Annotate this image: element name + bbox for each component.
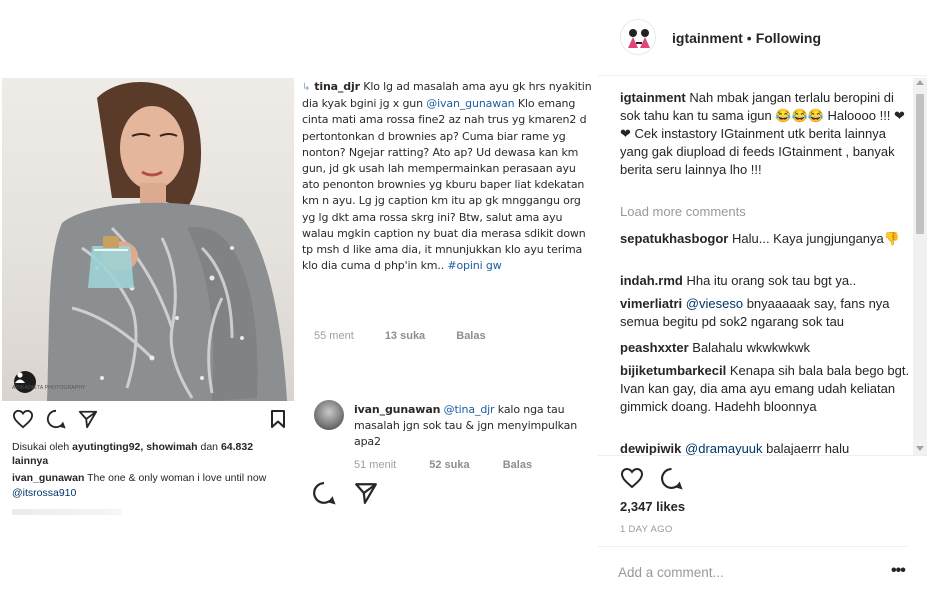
list-item: peashxxter Balahalu wkwkwkwk [620,339,910,357]
post-actions: 2,347 likes 1 DAY AGO [598,455,927,545]
comment-username[interactable]: vimerliatri [620,296,682,311]
caption-username[interactable]: ivan_gunawan [12,472,84,484]
left-caption: ivan_gunawan The one & only woman i love… [12,471,290,501]
comment-text: Hha itu orang sok tau bgt ya.. [686,273,857,288]
add-comment-bar: ••• [598,546,908,596]
screenshot-comment-thread: ↳ tina_djr Klo lg ad masalah ama ayu gk h… [296,73,594,518]
comment-username[interactable]: peashxxter [620,340,689,355]
thread-comment-1-text-b: Klo emang cinta mati ama rossa fine2 az … [302,97,587,273]
scroll-down-arrow-icon[interactable] [916,446,924,451]
load-more-comments-button[interactable]: Load more comments [620,204,746,219]
caption-text: The one & only woman i love until now [87,472,267,484]
list-item: vimerliatri @vieseso bnyaaaaak say, fans… [620,295,910,331]
comment-icon[interactable] [660,467,683,490]
thread-comment-1-mention[interactable]: @ivan_gunawan [426,97,514,110]
comment-text: balajaerrr halu [766,441,850,455]
list-item: sepatukhasbogor Halu... Kaya jungjungany… [620,230,910,248]
heart-icon[interactable] [12,409,34,429]
comment-username[interactable]: bijiketumbarkecil [620,363,726,378]
share-icon[interactable] [354,481,378,505]
comment-input[interactable] [618,561,868,583]
screenshot-left: ADIKADIETA PHOTOGRAPHY Disukai oleh ayut… [0,78,296,518]
thread-comment-2-mention[interactable]: @tina_djr [444,403,495,416]
thread-comment-1: ↳ tina_djr Klo lg ad masalah ama ayu gk h… [302,79,592,274]
avatar[interactable] [620,19,656,55]
thread-comment-2-meta: 51 menit 52 suka Balas [354,459,562,471]
scrollbar-thumb[interactable] [916,94,924,234]
bookmark-icon[interactable] [270,409,286,429]
header-username[interactable]: igtainment [672,30,743,46]
comment-text: Balahalu wkwkwkwk [692,340,811,355]
share-icon[interactable] [78,409,98,429]
left-actions [12,409,288,433]
comment-username[interactable]: dewipiwik [620,441,681,455]
following-button[interactable]: Following [756,30,821,46]
post-timestamp[interactable]: 1 DAY AGO [620,524,673,535]
likes-count: 64.832 [220,441,254,453]
reply-arrow-icon: ↳ [302,82,311,93]
list-item: bijiketumbarkecil Kenapa sih bala bala b… [620,362,910,416]
thread-comment-1-likes[interactable]: 13 suka [385,330,425,342]
heart-icon[interactable] [620,467,644,489]
header-text: igtainment • Following [672,29,821,47]
post-photo: ADIKADIETA PHOTOGRAPHY [2,78,294,401]
thread-comment-2-reply[interactable]: Balas [503,459,532,471]
photo-illustration [47,81,287,401]
thread-comment-2: ivan_gunawan @tina_djr kalo nga tau masa… [354,402,592,451]
photo-watermark: ADIKADIETA PHOTOGRAPHY [12,385,86,391]
thread-comment-1-meta: 55 ment 13 suka Balas [314,330,514,342]
caption-comment: igtainment Nah mbak jangan terlalu berop… [620,89,910,179]
likes-joiner: dan [200,441,219,453]
more-options-icon[interactable]: ••• [891,563,906,579]
comments-list[interactable]: igtainment Nah mbak jangan terlalu berop… [598,77,927,455]
thread-comment-1-user[interactable]: tina_djr [314,80,360,93]
comment-username[interactable]: sepatukhasbogor [620,231,728,246]
thread-comment-1-hashtag[interactable]: #opini gw [447,259,501,272]
thread-comment-2-time: 51 menit [354,459,397,471]
likes-prefix: Disukai oleh [12,441,70,453]
comment-icon[interactable] [46,409,66,429]
account-logo-icon [621,20,655,54]
list-item: indah.rmd Hha itu orang sok tau bgt ya.. [620,272,910,290]
comment-icon[interactable] [312,481,336,505]
comment-text: Halu... Kaya jungjunganya👎 [731,231,900,246]
thread-comment-2-likes[interactable]: 52 suka [429,459,469,471]
thread-comment-2-user[interactable]: ivan_gunawan [354,403,440,416]
comments-scrollbar[interactable] [913,78,927,455]
comment-username[interactable]: igtainment [620,90,686,105]
avatar[interactable] [314,400,344,430]
post-side-panel: igtainment • Following igtainment Nah mbak… [598,0,927,596]
header-separator: • [746,30,752,46]
scroll-up-arrow-icon[interactable] [916,80,924,85]
liked-by[interactable]: ayutingting92, showimah [72,441,197,453]
comment-mention[interactable]: @vieseso [686,296,743,311]
post-media[interactable]: ADIKADIETA PHOTOGRAPHY Disukai oleh ayut… [0,0,598,596]
likes-suffix: lainnya [12,455,49,467]
comment-mention[interactable]: @dramayuuk [685,441,763,455]
likes-count[interactable]: 2,347 likes [620,499,685,514]
faded-text-line [12,509,122,515]
post-header: igtainment • Following [598,0,927,76]
thread-comment-1-reply[interactable]: Balas [456,330,485,342]
thread-comment-1-time: 55 ment [314,330,354,342]
mid-actions [312,481,392,507]
comment-username[interactable]: indah.rmd [620,273,683,288]
list-item: dewipiwik @dramayuuk balajaerrr halu [620,440,910,455]
caption-mention[interactable]: @itsrossa910 [12,487,76,499]
left-likes-text: Disukai oleh ayutingting92, showimah dan… [12,440,290,468]
